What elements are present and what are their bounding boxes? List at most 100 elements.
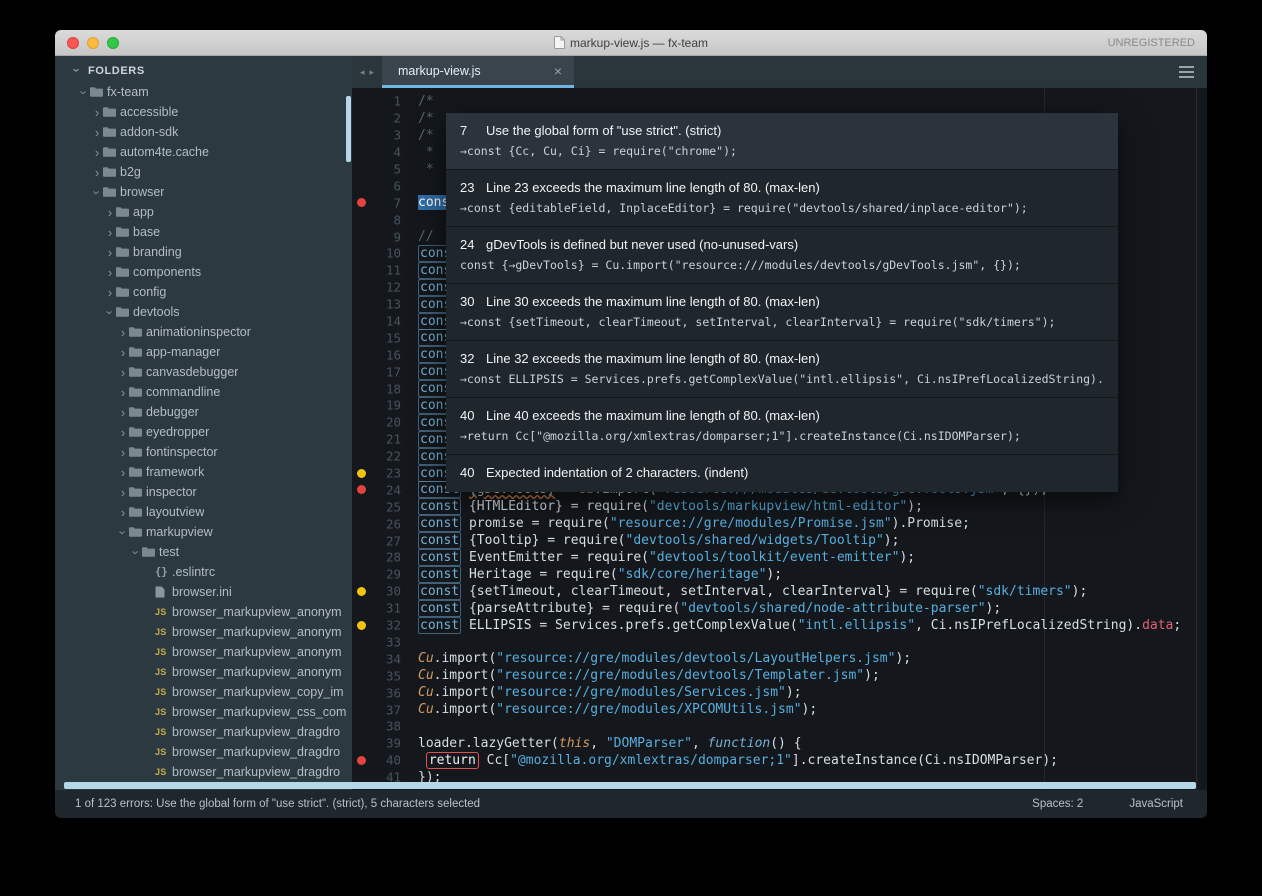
sidebar-item--eslintrc[interactable]: {}.eslintrc xyxy=(55,562,352,582)
gutter[interactable]: 28 xyxy=(352,549,410,566)
indentation-setting[interactable]: Spaces: 2 xyxy=(1032,798,1083,810)
sidebar-item-devtools[interactable]: ›devtools xyxy=(55,302,352,322)
sidebar-item-branding[interactable]: ›branding xyxy=(55,242,352,262)
lint-entry[interactable]: 32Line 32 exceeds the maximum line lengt… xyxy=(446,340,1118,397)
code-line[interactable]: 35Cu.import("resource://gre/modules/devt… xyxy=(352,667,1207,684)
code-line[interactable]: 36Cu.import("resource://gre/modules/Serv… xyxy=(352,684,1207,701)
gutter[interactable]: 11 xyxy=(352,262,410,279)
code-line[interactable]: 40 return Cc["@mozilla.org/xmlextras/dom… xyxy=(352,752,1207,769)
sidebar-item-components[interactable]: ›components xyxy=(55,262,352,282)
code-line[interactable]: 39loader.lazyGetter(this, "DOMParser", f… xyxy=(352,735,1207,752)
sidebar-item-browser-markupview-dragdro[interactable]: JSbrowser_markupview_dragdro xyxy=(55,762,352,782)
sidebar-item-browser-markupview-dragdro[interactable]: JSbrowser_markupview_dragdro xyxy=(55,742,352,762)
sidebar-item-config[interactable]: ›config xyxy=(55,282,352,302)
code-line[interactable]: 34Cu.import("resource://gre/modules/devt… xyxy=(352,650,1207,667)
sidebar-scrollbar-thumb[interactable] xyxy=(346,96,351,162)
code-line[interactable]: 32const ELLIPSIS = Services.prefs.getCom… xyxy=(352,617,1207,634)
sidebar-item-addon-sdk[interactable]: ›addon-sdk xyxy=(55,122,352,142)
gutter[interactable]: 38 xyxy=(352,718,410,735)
code-line[interactable]: 30const {setTimeout, clearTimeout, setIn… xyxy=(352,583,1207,600)
sidebar-item-browser[interactable]: ›browser xyxy=(55,182,352,202)
sidebar-item-canvasdebugger[interactable]: ›canvasdebugger xyxy=(55,362,352,382)
sidebar-item-browser-markupview-anonym[interactable]: JSbrowser_markupview_anonym xyxy=(55,662,352,682)
gutter[interactable]: 22 xyxy=(352,448,410,465)
sidebar-item-app[interactable]: ›app xyxy=(55,202,352,222)
gutter[interactable]: 21 xyxy=(352,431,410,448)
code-line[interactable]: 38 xyxy=(352,718,1207,735)
gutter[interactable]: 20 xyxy=(352,414,410,431)
gutter[interactable]: 7 xyxy=(352,194,410,211)
sidebar-item-layoutview[interactable]: ›layoutview xyxy=(55,502,352,522)
gutter[interactable]: 5 xyxy=(352,161,410,178)
sidebar-item-browser-ini[interactable]: browser.ini xyxy=(55,582,352,602)
gutter[interactable]: 19 xyxy=(352,397,410,414)
gutter[interactable]: 40 xyxy=(352,752,410,769)
close-window-button[interactable] xyxy=(67,37,79,49)
code-line[interactable]: 1/* xyxy=(352,93,1207,110)
code-line[interactable]: 27const {Tooltip} = require("devtools/sh… xyxy=(352,532,1207,549)
code-line[interactable]: 31const {parseAttribute} = require("devt… xyxy=(352,600,1207,617)
lint-entry[interactable]: 23Line 23 exceeds the maximum line lengt… xyxy=(446,169,1118,226)
gutter[interactable]: 29 xyxy=(352,566,410,583)
gutter[interactable]: 12 xyxy=(352,279,410,296)
gutter[interactable]: 39 xyxy=(352,735,410,752)
syntax-setting[interactable]: JavaScript xyxy=(1129,798,1183,810)
gutter[interactable]: 2 xyxy=(352,110,410,127)
sidebar-item-browser-markupview-anonym[interactable]: JSbrowser_markupview_anonym xyxy=(55,642,352,662)
gutter[interactable]: 26 xyxy=(352,515,410,532)
titlebar[interactable]: markup-view.js — fx-team UNREGISTERED xyxy=(55,30,1207,56)
sidebar-item-fontinspector[interactable]: ›fontinspector xyxy=(55,442,352,462)
overflow-menu-icon[interactable] xyxy=(1165,56,1207,88)
gutter[interactable]: 6 xyxy=(352,177,410,194)
sidebar-item-debugger[interactable]: ›debugger xyxy=(55,402,352,422)
sidebar-item-markupview[interactable]: ›markupview xyxy=(55,522,352,542)
code-line[interactable]: 37Cu.import("resource://gre/modules/XPCO… xyxy=(352,701,1207,718)
tab-scroll-left-icon[interactable]: ◂ xyxy=(360,67,365,78)
sidebar-item-base[interactable]: ›base xyxy=(55,222,352,242)
zoom-window-button[interactable] xyxy=(107,37,119,49)
sidebar-item-b2g[interactable]: ›b2g xyxy=(55,162,352,182)
sidebar-item-browser-markupview-anonym[interactable]: JSbrowser_markupview_anonym xyxy=(55,602,352,622)
gutter[interactable]: 23 xyxy=(352,465,410,482)
sidebar-item-test[interactable]: ›test xyxy=(55,542,352,562)
gutter[interactable]: 35 xyxy=(352,667,410,684)
gutter[interactable]: 25 xyxy=(352,498,410,515)
sidebar-item-app-manager[interactable]: ›app-manager xyxy=(55,342,352,362)
lint-entry[interactable]: 40Expected indentation of 2 characters. … xyxy=(446,454,1118,491)
gutter[interactable]: 36 xyxy=(352,684,410,701)
gutter[interactable]: 10 xyxy=(352,245,410,262)
sidebar-item-commandline[interactable]: ›commandline xyxy=(55,382,352,402)
minimize-window-button[interactable] xyxy=(87,37,99,49)
horizontal-scrollbar-thumb[interactable] xyxy=(64,782,1196,789)
code-line[interactable]: 33 xyxy=(352,634,1207,651)
gutter[interactable]: 15 xyxy=(352,329,410,346)
tab-scroll-right-icon[interactable]: ▸ xyxy=(370,67,375,78)
sidebar-item-eyedropper[interactable]: ›eyedropper xyxy=(55,422,352,442)
gutter[interactable]: 3 xyxy=(352,127,410,144)
sidebar-item-browser-markupview-anonym[interactable]: JSbrowser_markupview_anonym xyxy=(55,622,352,642)
code-line[interactable]: 29const Heritage = require("sdk/core/her… xyxy=(352,566,1207,583)
code-line[interactable]: 28const EventEmitter = require("devtools… xyxy=(352,549,1207,566)
gutter[interactable]: 13 xyxy=(352,296,410,313)
gutter[interactable]: 18 xyxy=(352,380,410,397)
tab-close-icon[interactable]: × xyxy=(552,63,564,79)
tab-markup-view[interactable]: markup-view.js × xyxy=(382,56,574,88)
gutter[interactable]: 32 xyxy=(352,617,410,634)
code-line[interactable]: 26const promise = require("resource://gr… xyxy=(352,515,1207,532)
gutter[interactable]: 30 xyxy=(352,583,410,600)
sidebar-item-browser-markupview-css-com[interactable]: JSbrowser_markupview_css_com xyxy=(55,702,352,722)
sidebar-item-animationinspector[interactable]: ›animationinspector xyxy=(55,322,352,342)
code-line[interactable]: 25const {HTMLEditor} = require("devtools… xyxy=(352,498,1207,515)
gutter[interactable]: 8 xyxy=(352,211,410,228)
gutter[interactable]: 16 xyxy=(352,346,410,363)
gutter[interactable]: 9 xyxy=(352,228,410,245)
sidebar-item-browser-markupview-copy-im[interactable]: JSbrowser_markupview_copy_im xyxy=(55,682,352,702)
sidebar-item-browser-markupview-dragdro[interactable]: JSbrowser_markupview_dragdro xyxy=(55,722,352,742)
gutter[interactable]: 4 xyxy=(352,144,410,161)
gutter[interactable]: 27 xyxy=(352,532,410,549)
sidebar-item-autom4te-cache[interactable]: ›autom4te.cache xyxy=(55,142,352,162)
sidebar-header[interactable]: › FOLDERS xyxy=(55,56,352,82)
gutter[interactable]: 14 xyxy=(352,313,410,330)
sidebar-item-framework[interactable]: ›framework xyxy=(55,462,352,482)
gutter[interactable]: 24 xyxy=(352,481,410,498)
